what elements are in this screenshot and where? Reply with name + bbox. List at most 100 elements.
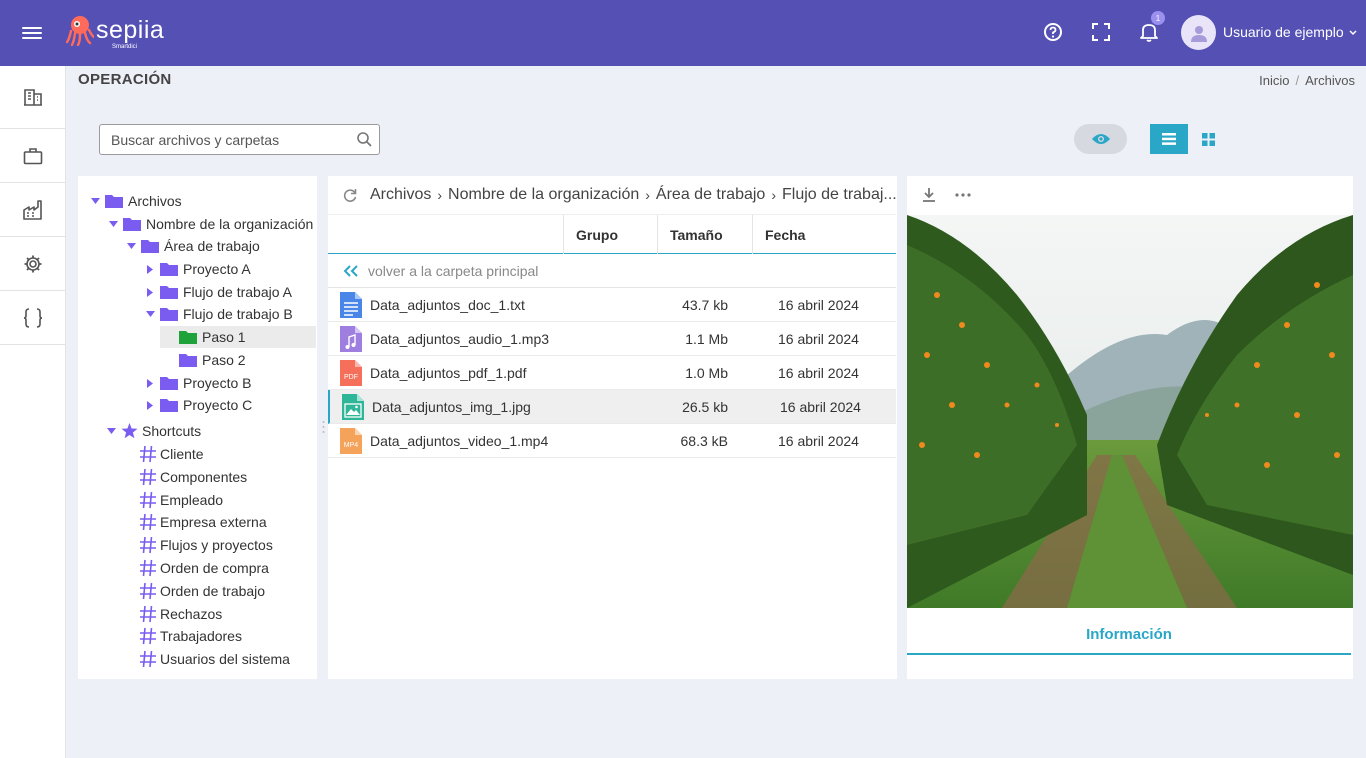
more-options-icon[interactable] <box>955 193 971 197</box>
tree-item-proyecto-b[interactable]: Proyecto B <box>144 372 251 394</box>
file-name: Data_adjuntos_video_1.mp4 <box>370 433 549 449</box>
shortcut-item[interactable]: Cliente <box>139 443 204 465</box>
shortcut-item[interactable]: Rechazos <box>139 603 222 625</box>
hash-icon <box>140 514 156 531</box>
grid-view-button[interactable] <box>1190 124 1226 154</box>
caret-right-icon[interactable] <box>144 263 156 275</box>
table-row[interactable]: Data_adjuntos_img_1.jpg 26.5 kb 16 abril 2… <box>328 390 896 424</box>
gear-icon <box>24 255 42 272</box>
shortcut-label: Orden de trabajo <box>160 582 266 599</box>
hash-icon <box>140 605 156 622</box>
preview-toolbar <box>907 176 971 214</box>
shortcut-item[interactable]: Orden de compra <box>139 557 269 579</box>
tree-item-flujo-b[interactable]: Flujo de trabajo B <box>144 303 293 325</box>
briefcase-icon <box>23 147 43 164</box>
video-file-icon: MP4 <box>339 427 363 455</box>
hash-icon <box>140 582 156 599</box>
path-bar: Archivos › Nombre de la organización › Á… <box>328 176 897 214</box>
braces-icon <box>23 307 43 328</box>
table-row[interactable]: Data_adjuntos_doc_1.txt 43.7 kb 16 abril 2… <box>328 288 896 322</box>
tree-item-label: Paso 1 <box>202 329 246 345</box>
menu-icon[interactable] <box>22 24 42 42</box>
column-header-date[interactable]: Fecha <box>752 215 896 254</box>
shortcut-item[interactable]: Empleado <box>139 489 223 511</box>
column-header-group[interactable]: Grupo <box>563 215 657 254</box>
caret-down-icon[interactable] <box>107 218 119 230</box>
file-name: Data_adjuntos_doc_1.txt <box>370 297 525 313</box>
column-header-size[interactable]: Tamaño <box>657 215 752 254</box>
rail-item-code[interactable] <box>0 291 66 345</box>
search-icon[interactable] <box>356 131 373 148</box>
list-view-button[interactable] <box>1150 124 1188 154</box>
caret-right-icon[interactable] <box>144 286 156 298</box>
folder-open-icon <box>179 331 197 344</box>
tree-item-organization[interactable]: Nombre de la organización <box>107 213 313 235</box>
tree-item-shortcuts[interactable]: Shortcuts <box>105 420 201 442</box>
file-date: 16 abril 2024 <box>778 297 859 313</box>
shortcut-label: Empleado <box>160 491 224 508</box>
hash-icon <box>140 537 156 554</box>
shortcut-label: Rechazos <box>160 605 223 622</box>
back-to-parent-row[interactable]: volver a la carpeta principal <box>328 254 896 288</box>
file-date: 16 abril 2024 <box>778 331 859 347</box>
path-item-flujo[interactable]: Flujo de trabaj... <box>782 186 897 204</box>
search-box <box>99 124 380 155</box>
tree-item-paso-1[interactable]: Paso 1 <box>160 326 316 348</box>
file-size: 26.5 kb <box>682 399 728 415</box>
caret-down-icon[interactable] <box>125 240 137 252</box>
refresh-icon[interactable] <box>342 187 358 203</box>
caret-right-icon[interactable] <box>144 399 156 411</box>
table-row[interactable]: Data_adjuntos_audio_1.mp3 1.1 Mb 16 abril … <box>328 322 896 356</box>
logo[interactable]: sepiia <box>66 14 164 46</box>
caret-down-icon[interactable] <box>89 195 101 207</box>
building-icon <box>24 89 42 106</box>
folder-icon <box>123 218 141 231</box>
shortcut-item[interactable]: Empresa externa <box>139 511 267 533</box>
tree-item-label: Nombre de la organización <box>146 216 314 232</box>
table-header: Grupo Tamaño Fecha <box>328 214 896 254</box>
txt-file-icon <box>339 291 363 319</box>
avatar[interactable] <box>1181 15 1216 50</box>
tree-item-archivos[interactable]: Archivos <box>89 190 182 212</box>
table-row[interactable]: MP4 Data_adjuntos_video_1.mp4 68.3 kB 16 ab… <box>328 424 896 458</box>
rail-item-factory[interactable] <box>0 183 66 237</box>
breadcrumb-current: Archivos <box>1305 73 1355 88</box>
breadcrumb-home[interactable]: Inicio <box>1259 73 1289 88</box>
caret-down-icon[interactable] <box>144 308 156 320</box>
breadcrumb-separator: / <box>1295 73 1300 88</box>
tab-information[interactable]: Información <box>907 616 1351 655</box>
path-item-work-area[interactable]: Área de trabajo <box>656 186 765 204</box>
search-input[interactable] <box>100 125 340 154</box>
fullscreen-icon[interactable] <box>1089 20 1113 44</box>
shortcut-item[interactable]: Componentes <box>139 466 247 488</box>
shortcut-item[interactable]: Trabajadores <box>139 625 242 647</box>
path-item-organization[interactable]: Nombre de la organización <box>448 186 639 204</box>
rail-item-settings[interactable] <box>0 237 66 291</box>
user-menu[interactable]: Usuario de ejemplo <box>1223 24 1357 40</box>
tree-item-flujo-a[interactable]: Flujo de trabajo A <box>144 281 292 303</box>
hash-icon <box>140 491 156 508</box>
page-title: OPERACIÓN <box>78 71 172 88</box>
hash-icon <box>140 559 156 577</box>
chevron-right-icon: › <box>771 187 776 203</box>
shortcut-item[interactable]: Orden de trabajo <box>139 580 265 602</box>
caret-right-icon[interactable] <box>144 377 156 389</box>
resize-handle-icon[interactable] <box>322 420 325 434</box>
shortcut-item[interactable]: Flujos y proyectos <box>139 534 273 556</box>
rail-item-organization[interactable] <box>0 66 66 129</box>
shortcut-item[interactable]: Usuarios del sistema <box>139 648 290 670</box>
double-chevron-left-icon <box>344 264 358 277</box>
caret-down-icon[interactable] <box>105 425 117 437</box>
preview-toggle-button[interactable] <box>1074 124 1127 154</box>
tree-item-work-area[interactable]: Área de trabajo <box>125 235 260 257</box>
tree-item-proyecto-c[interactable]: Proyecto C <box>144 394 252 416</box>
download-icon[interactable] <box>922 187 936 203</box>
tree-item-label: Proyecto C <box>183 397 253 413</box>
path-item-archivos[interactable]: Archivos <box>370 186 431 204</box>
table-row[interactable]: PDF Data_adjuntos_pdf_1.pdf 1.0 Mb 16 abril… <box>328 356 896 390</box>
tree-item-proyecto-a[interactable]: Proyecto A <box>144 258 251 280</box>
tree-item-paso-2[interactable]: Paso 2 <box>160 349 246 371</box>
rail-item-work[interactable] <box>0 129 66 183</box>
help-icon[interactable] <box>1041 20 1065 44</box>
file-date: 16 abril 2024 <box>778 365 859 381</box>
